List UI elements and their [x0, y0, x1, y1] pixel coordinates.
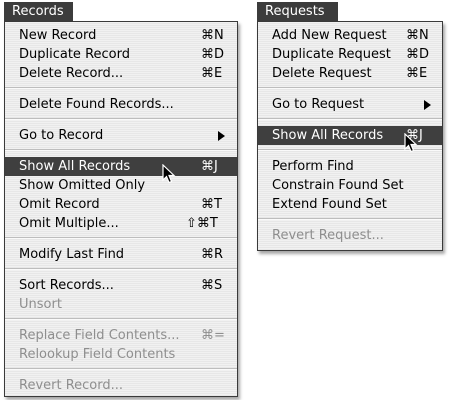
- menu-item-show-all-records[interactable]: Show All Records ⌘J: [5, 157, 237, 176]
- menu-separator: [5, 268, 237, 270]
- menu-item-label: Duplicate Request: [272, 47, 391, 62]
- menu-item-label: Revert Record...: [19, 378, 124, 393]
- menu-item-label: Omit Record: [19, 197, 100, 212]
- menu-item-label: Perform Find: [272, 159, 354, 174]
- menu-item-duplicate-record[interactable]: Duplicate Record ⌘D: [5, 45, 237, 64]
- menu-item-go-to-record[interactable]: Go to Record: [5, 126, 237, 145]
- menu-item-label: Unsort: [19, 297, 62, 312]
- menu-item-label: New Record: [19, 28, 97, 43]
- screenshot-stage: Records New Record ⌘N Duplicate Record ⌘…: [0, 0, 458, 400]
- menu-separator: [5, 237, 237, 239]
- menu-item-label: Sort Records...: [19, 278, 114, 293]
- menu-item-label: Go to Request: [272, 97, 365, 112]
- menu-item-label: Go to Record: [19, 128, 104, 143]
- menu-item-label: Show Omitted Only: [19, 178, 146, 193]
- menu-item-delete-request[interactable]: Delete Request ⌘E: [258, 64, 442, 83]
- menu-item-label: Replace Field Contents...: [19, 328, 180, 343]
- menu-item-perform-find[interactable]: Perform Find: [258, 157, 442, 176]
- submenu-arrow-icon: [218, 131, 225, 141]
- menu-separator: [5, 149, 237, 151]
- menu-item-replace-field-contents: Replace Field Contents... ⌘=: [5, 326, 237, 345]
- menu-item-label: Revert Request...: [272, 228, 384, 243]
- shortcut-label: ⌘E: [406, 66, 428, 81]
- menu-item-label: Show All Records: [19, 159, 131, 174]
- menu-item-delete-found-records[interactable]: Delete Found Records...: [5, 95, 237, 114]
- arrow-pointer-icon: [404, 133, 418, 153]
- menu-item-label: Modify Last Find: [19, 247, 125, 262]
- menu-item-label: Duplicate Record: [19, 47, 130, 62]
- menu-separator: [258, 87, 442, 89]
- menu-item-label: Omit Multiple...: [19, 216, 119, 231]
- shortcut-label: ⌘J: [201, 159, 218, 174]
- menu-item-duplicate-request[interactable]: Duplicate Request ⌘D: [258, 45, 442, 64]
- menu-item-label: Extend Found Set: [272, 197, 387, 212]
- menu-item-add-new-request[interactable]: Add New Request ⌘N: [258, 26, 442, 45]
- shortcut-label: ⌘D: [201, 47, 225, 62]
- menu-item-constrain-found-set[interactable]: Constrain Found Set: [258, 176, 442, 195]
- shortcut-label: ⌘T: [201, 197, 222, 212]
- menu-item-extend-found-set[interactable]: Extend Found Set: [258, 195, 442, 214]
- shortcut-label: ⌘D: [406, 47, 430, 62]
- shortcut-label: ⌘N: [406, 28, 429, 43]
- menu-item-revert-record: Revert Record...: [5, 376, 237, 395]
- shortcut-label: ⌘=: [201, 328, 225, 343]
- menu-item-label: Delete Request: [272, 66, 372, 81]
- menu-item-revert-request: Revert Request...: [258, 226, 442, 245]
- shortcut-label: ⌘E: [201, 66, 223, 81]
- arrow-pointer-icon: [162, 164, 176, 184]
- menu-item-omit-multiple[interactable]: Omit Multiple... ⇧⌘T: [5, 214, 237, 233]
- records-menu-panel: New Record ⌘N Duplicate Record ⌘D Delete…: [4, 21, 238, 397]
- menu-separator: [5, 368, 237, 370]
- menu-item-show-omitted-only[interactable]: Show Omitted Only: [5, 176, 237, 195]
- menu-item-label: Relookup Field Contents: [19, 347, 176, 362]
- menu-item-label: Add New Request: [272, 28, 387, 43]
- menu-item-new-record[interactable]: New Record ⌘N: [5, 26, 237, 45]
- menu-separator: [5, 87, 237, 89]
- menu-separator: [5, 118, 237, 120]
- menu-separator: [258, 118, 442, 120]
- menu-item-unsort: Unsort: [5, 295, 237, 314]
- menu-separator: [5, 318, 237, 320]
- menu-item-label: Delete Record...: [19, 66, 124, 81]
- menu-item-relookup-field-contents: Relookup Field Contents: [5, 345, 237, 364]
- menu-item-sort-records[interactable]: Sort Records... ⌘S: [5, 276, 237, 295]
- menu-item-label: Show All Records: [272, 128, 384, 143]
- records-menu-title[interactable]: Records: [4, 2, 73, 22]
- menu-item-label: Constrain Found Set: [272, 178, 404, 193]
- shortcut-label: ⌘R: [201, 247, 224, 262]
- menu-item-delete-record[interactable]: Delete Record... ⌘E: [5, 64, 237, 83]
- menu-separator: [258, 218, 442, 220]
- submenu-arrow-icon: [424, 100, 431, 110]
- menu-item-modify-last-find[interactable]: Modify Last Find ⌘R: [5, 245, 237, 264]
- menu-item-label: Delete Found Records...: [19, 97, 174, 112]
- shortcut-label: ⌘N: [201, 28, 224, 43]
- menu-item-omit-record[interactable]: Omit Record ⌘T: [5, 195, 237, 214]
- shortcut-label: ⌘S: [201, 278, 223, 293]
- shortcut-label: ⇧⌘T: [186, 216, 218, 231]
- requests-menu-title[interactable]: Requests: [257, 2, 338, 22]
- menu-item-go-to-request[interactable]: Go to Request: [258, 95, 442, 114]
